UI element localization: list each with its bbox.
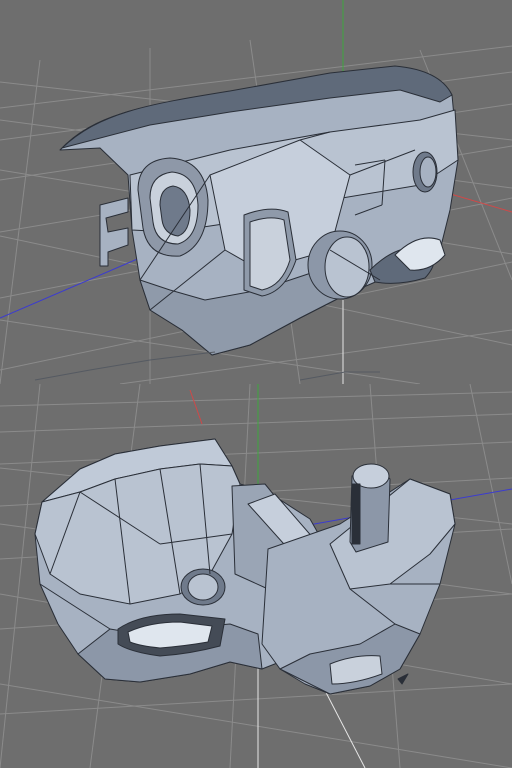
viewport-bottom-canvas[interactable] — [0, 384, 512, 768]
viewport-stack — [0, 0, 512, 768]
viewport-top-canvas[interactable] — [0, 0, 512, 384]
viewport-top[interactable] — [0, 0, 512, 384]
viewport-bottom[interactable] — [0, 384, 512, 768]
